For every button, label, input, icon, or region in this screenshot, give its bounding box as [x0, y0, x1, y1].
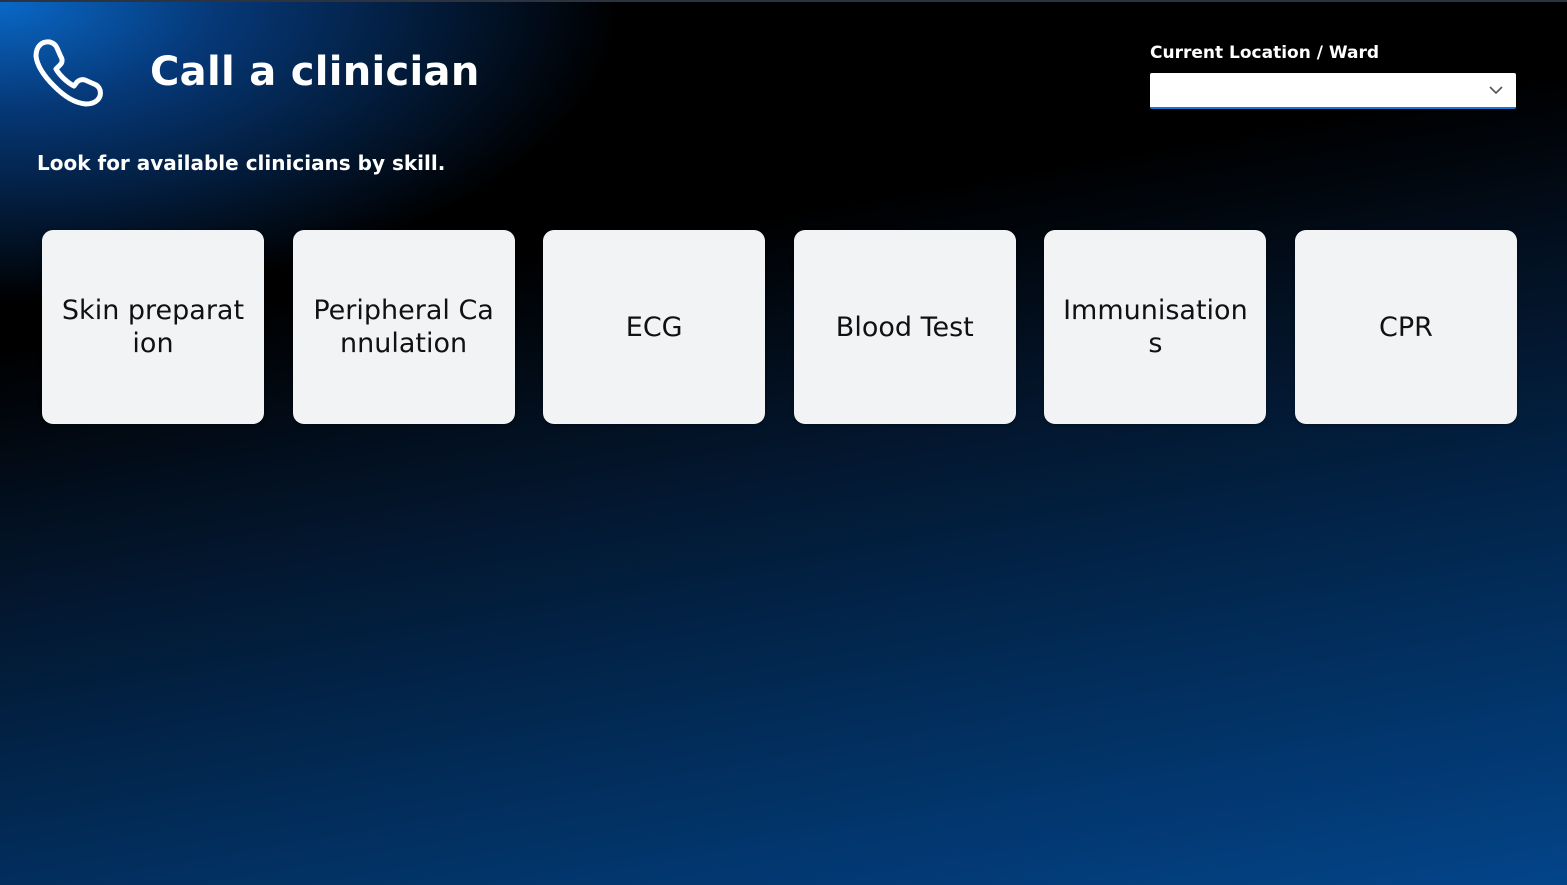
skill-card-ecg[interactable]: ECG [543, 230, 766, 424]
call-clinician-screen: Call a clinician Look for available clin… [0, 0, 1567, 885]
skill-label: ECG [625, 311, 683, 343]
skill-list: Skin preparation Peripheral Cannulation … [42, 230, 1517, 424]
skill-card-cpr[interactable]: CPR [1294, 230, 1517, 424]
skill-label: Immunisations [1063, 295, 1248, 359]
skill-label: Skin preparation [61, 295, 245, 359]
chevron-down-icon [1489, 86, 1503, 95]
skill-card-skin-preparation[interactable]: Skin preparation [42, 230, 264, 424]
location-label: Current Location / Ward [1150, 43, 1380, 63]
location-dropdown[interactable] [1150, 73, 1516, 109]
skill-label: Blood Test [835, 311, 974, 343]
phone-icon [33, 39, 103, 107]
skill-card-peripheral-cannulation[interactable]: Peripheral Cannulation [292, 230, 515, 424]
page-title: Call a clinician [150, 49, 480, 95]
skill-card-immunisations[interactable]: Immunisations [1044, 230, 1267, 424]
skill-card-blood-test[interactable]: Blood Test [793, 230, 1016, 424]
page-subtitle: Look for available clinicians by skill. [37, 151, 446, 175]
skill-label: CPR [1379, 311, 1433, 343]
skill-label: Peripheral Cannulation [313, 295, 494, 359]
